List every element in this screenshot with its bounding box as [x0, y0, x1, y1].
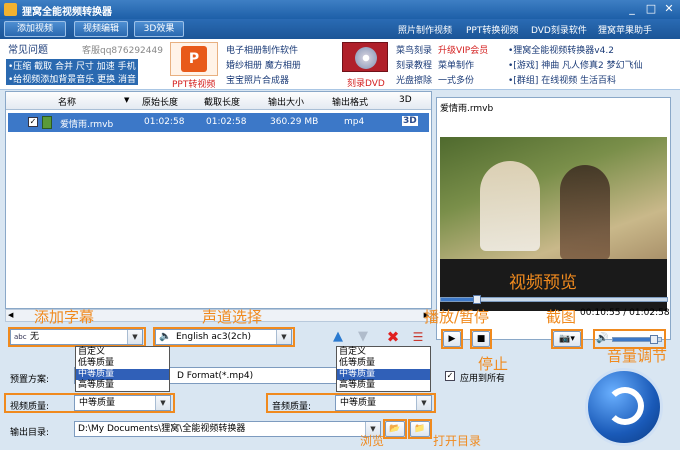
promo-banner: 常见问题 客服qq876292449 •压缩 截取 合并 尺寸 加速 手机 •给…	[0, 39, 680, 90]
stop-highlight	[470, 329, 492, 349]
dvd-link-vip[interactable]: 升级VIP会员	[438, 43, 488, 56]
dropdown-option[interactable]: 低等质量	[337, 358, 430, 369]
move-up-icon[interactable]: ▲	[331, 330, 345, 344]
dvd-link-3[interactable]: 刻录教程	[396, 58, 432, 71]
dropdown-option[interactable]: 高等质量	[337, 380, 430, 391]
link-photo-video[interactable]: 照片制作视频	[398, 23, 452, 36]
open-dir-highlight	[408, 419, 432, 439]
video-quality-highlight	[4, 393, 175, 413]
cell-format: mp4	[344, 117, 365, 127]
preview-panel: 爱情雨.rmvb 视频预览	[436, 97, 671, 340]
audio-quality-dropdown: 自定义 低等质量 中等质量 高等质量	[336, 346, 431, 392]
clear-list-icon[interactable]: ☰	[410, 329, 426, 345]
apply-all-label[interactable]: 应用到所有	[460, 371, 505, 384]
preview-filename: 爱情雨.rmvb	[440, 104, 494, 114]
subtitle-highlight	[8, 327, 146, 347]
output-dir-label: 输出目录:	[10, 428, 50, 438]
col-format[interactable]: 输出格式	[332, 95, 368, 108]
col-size[interactable]: 输出大小	[268, 95, 304, 108]
play-pause-annotation: 播放/暂停	[424, 308, 490, 326]
cell-3d[interactable]: 3D	[402, 116, 418, 126]
audio-select-annotation: 声道选择	[202, 308, 263, 326]
col-original[interactable]: 原始长度	[142, 95, 178, 108]
preset-label: 预置方案:	[10, 375, 50, 385]
dropdown-option-selected[interactable]: 中等质量	[337, 369, 430, 380]
dropdown-option[interactable]: 低等质量	[76, 358, 169, 369]
ppt-logo[interactable]: P	[170, 42, 218, 76]
col-name[interactable]: 名称	[58, 95, 76, 108]
dvd-label[interactable]: 刻录DVD	[347, 76, 385, 89]
dropdown-option-selected[interactable]: 中等质量	[76, 369, 169, 380]
ppt-link-3[interactable]: 宝宝照片合成器	[226, 73, 289, 86]
output-dir-select[interactable]: D:\My Documents\狸窝\全能视频转换器 ▼	[74, 421, 381, 437]
move-down-icon[interactable]: ▼	[356, 330, 370, 344]
play-highlight	[441, 329, 463, 349]
faq-title[interactable]: 常见问题	[8, 41, 48, 56]
col-cut[interactable]: 截取长度	[204, 95, 240, 108]
dvd-link-4[interactable]: 菜单制作	[438, 58, 474, 71]
file-list-header: 名称 ▼ 原始长度 截取长度 输出大小 输出格式 3D	[6, 92, 431, 110]
ppt-link-2[interactable]: 婚纱相册 魔方相册	[226, 58, 301, 71]
open-dir-annotation: 打开目录	[433, 434, 482, 448]
add-subtitle-annotation: 添加字幕	[34, 308, 95, 326]
file-list: 名称 ▼ 原始长度 截取长度 输出大小 输出格式 3D ✓ 爱情雨.rmvb 0…	[5, 91, 432, 309]
3d-effect-button[interactable]: 3D效果	[134, 21, 184, 37]
col-3d[interactable]: 3D	[399, 95, 412, 105]
refresh-icon	[606, 387, 644, 425]
convert-button[interactable]	[585, 368, 663, 446]
video-file-icon	[42, 116, 52, 129]
dvd-link-1[interactable]: 菜鸟刻录	[396, 43, 432, 56]
close-icon[interactable]: ✕	[662, 2, 676, 16]
service-qq: 客服qq876292449	[82, 46, 163, 56]
preset-value: D Format(*.mp4)	[177, 371, 254, 381]
maximize-icon[interactable]: □	[644, 2, 658, 16]
ppt-label[interactable]: PPT转视频	[172, 77, 215, 90]
edit-video-button[interactable]: 视频编辑	[74, 21, 128, 37]
col-name-sort[interactable]: ▼	[124, 96, 129, 104]
video-quality-dropdown: 自定义 低等质量 中等质量 高等质量	[75, 346, 170, 392]
browse-highlight	[383, 419, 407, 439]
dropdown-option[interactable]: 自定义	[337, 347, 430, 358]
right-link-3[interactable]: •[群组] 在线视频 生活百科	[508, 73, 616, 86]
audio-quality-highlight	[266, 393, 436, 413]
link-dvd-burn[interactable]: DVD刻录软件	[531, 23, 587, 36]
ppt-link-1[interactable]: 电子相册制作软件	[226, 43, 298, 56]
dvd-link-6[interactable]: 一式多份	[438, 73, 474, 86]
minimize-icon[interactable]: _	[625, 2, 639, 16]
table-row[interactable]: ✓ 爱情雨.rmvb 01:02:58 01:02:58 360.29 MB m…	[8, 113, 429, 132]
dvd-link-5[interactable]: 光盘擦除	[396, 73, 432, 86]
cell-original: 01:02:58	[144, 117, 185, 127]
screenshot-annotation: 截图	[546, 308, 577, 326]
faq-line2[interactable]: •给视频添加背景音乐 更换 消音	[6, 72, 139, 85]
title-bar: 狸窝全能视频转换器 _ □ ✕	[0, 0, 680, 19]
screenshot-highlight	[551, 329, 583, 349]
progress-slider[interactable]	[440, 295, 668, 304]
audio-highlight	[153, 327, 295, 347]
right-link-2[interactable]: •[游戏] 神曲 凡人修真2 梦幻飞仙	[508, 58, 643, 71]
row-checkbox[interactable]: ✓	[28, 117, 38, 127]
cell-cut: 01:02:58	[206, 117, 247, 127]
faq-line1[interactable]: •压缩 截取 合并 尺寸 加速 手机	[6, 59, 138, 72]
link-apple-helper[interactable]: 狸窝苹果助手	[598, 23, 652, 36]
delete-icon[interactable]: ✖	[385, 329, 401, 345]
browse-annotation: 浏览	[360, 434, 385, 448]
output-dir-value: D:\My Documents\狸窝\全能视频转换器	[78, 424, 246, 434]
cell-name: 爱情雨.rmvb	[60, 120, 114, 130]
dvd-logo[interactable]	[342, 42, 388, 72]
apply-all-checkbox[interactable]: ✓	[445, 371, 455, 381]
video-preview-label: 视频预览	[509, 273, 577, 293]
add-video-button[interactable]: 添加视频	[4, 21, 66, 37]
right-link-1[interactable]: •狸窝全能视频转换器v4.2	[508, 43, 614, 56]
time-readout: 00:10:55 / 01:02:58	[580, 308, 670, 318]
link-ppt-video[interactable]: PPT转换视频	[466, 23, 518, 36]
window-title: 狸窝全能视频转换器	[22, 7, 112, 18]
toolbar: 添加视频 视频编辑 3D效果 照片制作视频 PPT转换视频 DVD刻录软件 狸窝…	[0, 19, 680, 39]
cell-size: 360.29 MB	[270, 117, 319, 127]
dropdown-option[interactable]: 自定义	[76, 347, 169, 358]
dropdown-option[interactable]: 高等质量	[76, 380, 169, 391]
app-icon	[4, 3, 17, 16]
volume-annotation: 音量调节	[607, 347, 668, 365]
